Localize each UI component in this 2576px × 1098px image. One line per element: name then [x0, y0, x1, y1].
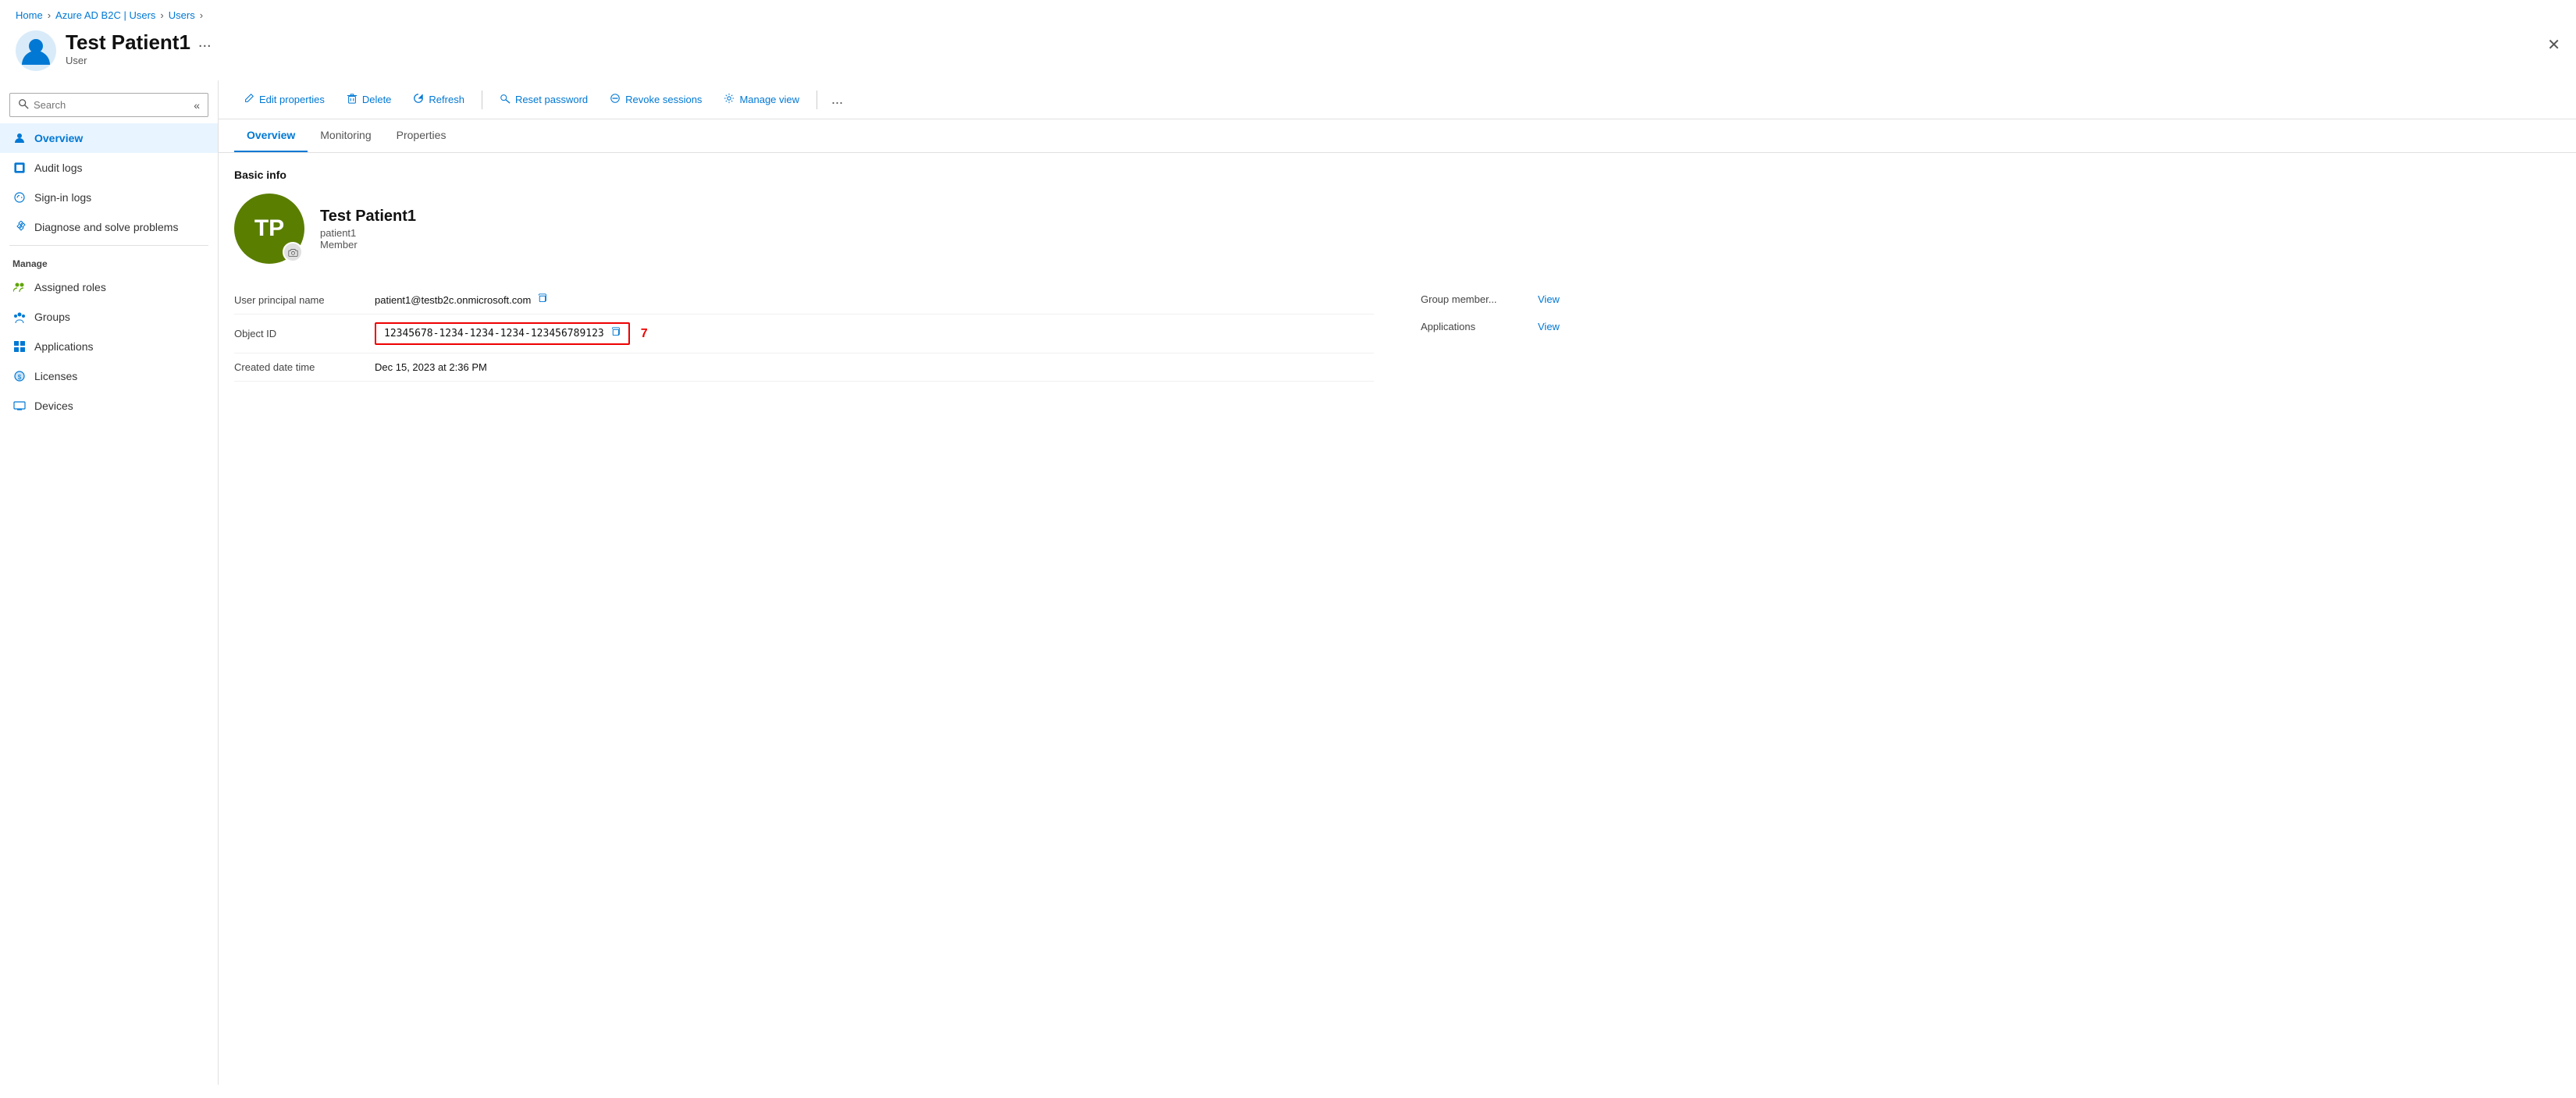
sidebar-item-signin-logs[interactable]: Sign-in logs — [0, 183, 218, 212]
user-avatar: TP — [234, 194, 304, 264]
right-field-applications: Applications View — [1421, 313, 2560, 340]
created-value: Dec 15, 2023 at 2:36 PM — [375, 361, 487, 373]
user-card: TP Test Patient1 patient1 Member — [234, 194, 2560, 264]
breadcrumb: Home › Azure AD B2C | Users › Users › — [0, 0, 2576, 27]
objectid-label: Object ID — [234, 328, 375, 339]
user-info: Test Patient1 patient1 Member — [320, 208, 416, 251]
sidebar: « Overview Audit logs Sign-in logs — [0, 80, 219, 1085]
basic-info-label: Basic info — [234, 169, 2560, 181]
search-icon — [18, 98, 29, 112]
delete-button[interactable]: Delete — [337, 88, 401, 111]
header-title-block: Test Patient1 User — [66, 30, 190, 66]
tab-monitoring[interactable]: Monitoring — [308, 119, 383, 152]
sidebar-item-overview[interactable]: Overview — [0, 123, 218, 153]
user-username: patient1 — [320, 227, 416, 239]
edit-properties-button[interactable]: Edit properties — [234, 88, 334, 111]
fields-section: User principal name patient1@testb2c.onm… — [234, 286, 2560, 382]
wrench-icon — [12, 220, 27, 234]
breadcrumb-users[interactable]: Users — [169, 9, 195, 21]
revoke-icon — [610, 93, 621, 106]
header-user-icon — [16, 30, 56, 71]
objectid-value: 12345678-1234-1234-1234-123456789123 7 — [375, 322, 648, 345]
manage-divider — [9, 245, 208, 246]
breadcrumb-tenant[interactable]: Azure AD B2C | Users — [55, 9, 155, 21]
toolbar: Edit properties Delete Refresh Reset — [219, 80, 2576, 119]
groups-member-label: Group member... — [1421, 293, 1522, 305]
field-row-upn: User principal name patient1@testb2c.onm… — [234, 286, 1374, 314]
groups-icon — [12, 310, 27, 324]
manage-view-button[interactable]: Manage view — [714, 88, 809, 111]
manage-section-label: Manage — [0, 249, 218, 272]
sidebar-assigned-roles-label: Assigned roles — [34, 281, 106, 293]
sidebar-licenses-label: Licenses — [34, 370, 77, 382]
upn-value: patient1@testb2c.onmicrosoft.com — [375, 293, 547, 306]
licenses-icon: $ — [12, 369, 27, 383]
main-layout: « Overview Audit logs Sign-in logs — [0, 80, 2576, 1085]
sidebar-overview-label: Overview — [34, 132, 83, 144]
apps-icon — [12, 339, 27, 354]
groups-view-link[interactable]: View — [1538, 293, 1560, 305]
sidebar-applications-label: Applications — [34, 340, 94, 353]
page-title: Test Patient1 — [66, 30, 190, 55]
breadcrumb-home[interactable]: Home — [16, 9, 43, 21]
sidebar-audit-label: Audit logs — [34, 162, 82, 174]
sidebar-item-groups[interactable]: Groups — [0, 302, 218, 332]
collapse-button[interactable]: « — [194, 99, 200, 112]
user-display-name: Test Patient1 — [320, 208, 416, 226]
close-button[interactable]: ✕ — [2547, 35, 2560, 55]
revoke-sessions-button[interactable]: Revoke sessions — [600, 88, 711, 111]
sidebar-diagnose-label: Diagnose and solve problems — [34, 221, 178, 233]
signin-icon — [12, 190, 27, 204]
edit-icon — [244, 93, 254, 106]
applications-right-label: Applications — [1421, 321, 1522, 332]
gear-icon — [724, 93, 735, 106]
sidebar-devices-label: Devices — [34, 400, 73, 412]
tabs: Overview Monitoring Properties — [219, 119, 2576, 153]
avatar-initials: TP — [254, 215, 284, 242]
main-content: Edit properties Delete Refresh Reset — [219, 80, 2576, 1085]
header-ellipsis-button[interactable]: ... — [198, 34, 212, 52]
created-label: Created date time — [234, 361, 375, 373]
page-subtitle: User — [66, 55, 190, 66]
object-id-box: 12345678-1234-1234-1234-123456789123 — [375, 322, 630, 345]
sidebar-groups-label: Groups — [34, 311, 70, 323]
log-icon — [12, 161, 27, 175]
right-field-groups: Group member... View — [1421, 286, 2560, 313]
upn-copy-button[interactable] — [537, 293, 547, 306]
user-role: Member — [320, 239, 416, 251]
page-header: Test Patient1 User ... ✕ — [0, 27, 2576, 80]
sidebar-item-licenses[interactable]: $ Licenses — [0, 361, 218, 391]
roles-icon — [12, 280, 27, 294]
applications-view-link[interactable]: View — [1538, 321, 1560, 332]
camera-button[interactable] — [283, 242, 303, 262]
key-icon — [500, 93, 511, 106]
field-row-objectid: Object ID 12345678-1234-1234-1234-123456… — [234, 314, 1374, 354]
sidebar-item-assigned-roles[interactable]: Assigned roles — [0, 272, 218, 302]
fields-right: Group member... View Applications View — [1421, 286, 2560, 382]
svg-text:$: $ — [18, 374, 22, 381]
upn-label: User principal name — [234, 294, 375, 306]
toolbar-ellipsis[interactable]: ... — [825, 91, 849, 108]
number-badge: 7 — [641, 327, 648, 341]
sidebar-item-audit-logs[interactable]: Audit logs — [0, 153, 218, 183]
fields-left: User principal name patient1@testb2c.onm… — [234, 286, 1374, 382]
objectid-copy-button[interactable] — [610, 327, 621, 340]
delete-icon — [347, 93, 358, 106]
refresh-button[interactable]: Refresh — [404, 88, 474, 111]
user-icon — [12, 131, 27, 145]
content-area: Basic info TP Test Patient1 patient1 Mem… — [219, 153, 2576, 1085]
tab-properties[interactable]: Properties — [384, 119, 459, 152]
field-row-created: Created date time Dec 15, 2023 at 2:36 P… — [234, 354, 1374, 382]
reset-password-button[interactable]: Reset password — [490, 88, 597, 111]
refresh-icon — [413, 93, 424, 106]
sidebar-signin-label: Sign-in logs — [34, 191, 91, 204]
tab-overview[interactable]: Overview — [234, 119, 308, 152]
sidebar-item-devices[interactable]: Devices — [0, 391, 218, 421]
sidebar-item-diagnose[interactable]: Diagnose and solve problems — [0, 212, 218, 242]
sidebar-item-applications[interactable]: Applications — [0, 332, 218, 361]
search-input[interactable] — [34, 99, 189, 111]
search-box[interactable]: « — [9, 93, 208, 117]
devices-icon — [12, 399, 27, 413]
